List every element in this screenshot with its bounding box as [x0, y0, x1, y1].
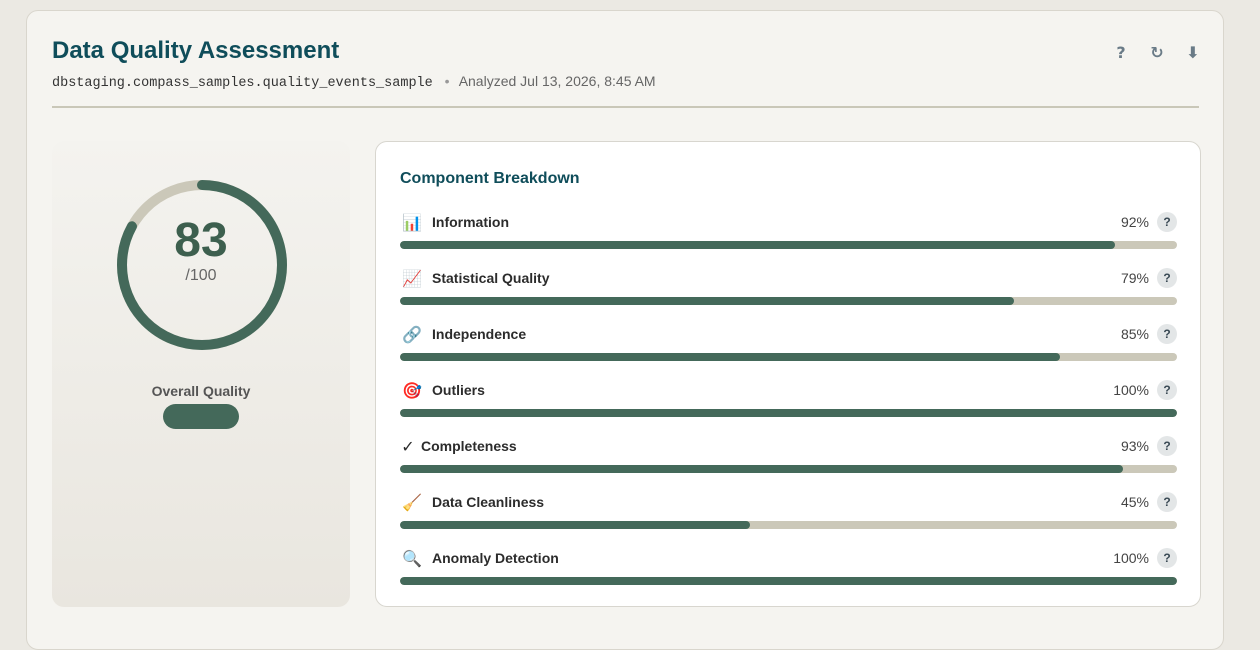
header-divider	[52, 106, 1199, 108]
component-label: Independence	[432, 326, 527, 342]
help-icon[interactable]: ?	[1109, 41, 1133, 63]
quality-card: Data Quality Assessment dbstaging.compas…	[26, 10, 1224, 650]
help-icon[interactable]: ?	[1157, 324, 1177, 344]
component-percent: 100%	[1113, 382, 1149, 398]
toolbar: ? ↻ ⬇	[1109, 41, 1205, 63]
component-percent: 85%	[1120, 326, 1149, 342]
component-percent: 45%	[1120, 494, 1149, 510]
help-icon[interactable]: ?	[1157, 380, 1177, 400]
progress-fill	[400, 409, 1177, 417]
component-percent: 93%	[1120, 438, 1149, 454]
progress-fill	[400, 465, 1123, 473]
progress-track	[400, 409, 1177, 417]
progress-track	[400, 353, 1177, 361]
quality-grade-badge	[163, 404, 239, 429]
component-row-statistical-quality: 📈 Statistical Quality 79%?	[400, 268, 1177, 318]
component-label: Outliers	[432, 382, 485, 398]
progress-track	[400, 465, 1177, 473]
progress-fill	[400, 241, 1115, 249]
help-icon[interactable]: ?	[1157, 212, 1177, 232]
component-percent: 79%	[1120, 270, 1149, 286]
help-icon[interactable]: ?	[1157, 436, 1177, 456]
component-percent: 100%	[1113, 550, 1149, 566]
broom-icon: 🧹	[402, 492, 422, 512]
component-row-data-cleanliness: 🧹 Data Cleanliness 45%?	[400, 492, 1177, 542]
download-icon[interactable]: ⬇	[1181, 41, 1205, 63]
help-icon[interactable]: ?	[1157, 548, 1177, 568]
component-row-outliers: 🎯 Outliers 100%?	[400, 380, 1177, 430]
target-icon: 🎯	[402, 380, 422, 400]
progress-fill	[400, 577, 1177, 585]
progress-track	[400, 241, 1177, 249]
link-icon: 🔗	[402, 324, 422, 344]
help-icon[interactable]: ?	[1157, 492, 1177, 512]
line-chart-icon: 📈	[402, 268, 422, 288]
score-max: /100	[185, 267, 217, 284]
help-icon[interactable]: ?	[1157, 268, 1177, 288]
component-label: Anomaly Detection	[432, 550, 559, 566]
component-label: Statistical Quality	[432, 270, 550, 286]
component-breakdown: Component Breakdown 📊 Information 92%? 📈 Sta…	[375, 141, 1201, 607]
separator-dot: •	[444, 73, 450, 89]
bar-chart-icon: 📊	[402, 212, 422, 232]
breakdown-title: Component Breakdown	[400, 170, 580, 187]
component-row-independence: 🔗 Independence 85%?	[400, 324, 1177, 374]
overall-quality-label: Overall Quality	[151, 383, 251, 399]
table-name: dbstaging.compass_samples.quality_events…	[52, 76, 433, 91]
progress-track	[400, 297, 1177, 305]
analyzed-timestamp: Analyzed Jul 13, 2026, 8:45 AM	[458, 73, 656, 89]
component-row-information: 📊 Information 92%?	[400, 212, 1177, 262]
checkmark-icon: ✓	[401, 436, 415, 456]
progress-fill	[400, 353, 1061, 361]
component-percent: 92%	[1120, 214, 1149, 230]
component-row-anomaly-detection: 🔍 Anomaly Detection 100%?	[400, 548, 1177, 598]
subtitle: dbstaging.compass_samples.quality_events…	[52, 73, 656, 91]
refresh-icon[interactable]: ↻	[1145, 41, 1169, 63]
component-label: Completeness	[421, 438, 517, 454]
magnifier-icon: 🔍	[402, 548, 422, 568]
component-label: Information	[432, 214, 509, 230]
progress-track	[400, 577, 1177, 585]
component-row-completeness: ✓ Completeness 93%?	[400, 436, 1177, 486]
progress-fill	[400, 297, 1014, 305]
score-value: 83	[174, 214, 228, 267]
score-panel: 83 /100 Overall Quality	[52, 141, 350, 607]
page-title: Data Quality Assessment	[52, 37, 340, 64]
progress-track	[400, 521, 1177, 529]
component-label: Data Cleanliness	[432, 494, 545, 510]
progress-fill	[400, 521, 750, 529]
